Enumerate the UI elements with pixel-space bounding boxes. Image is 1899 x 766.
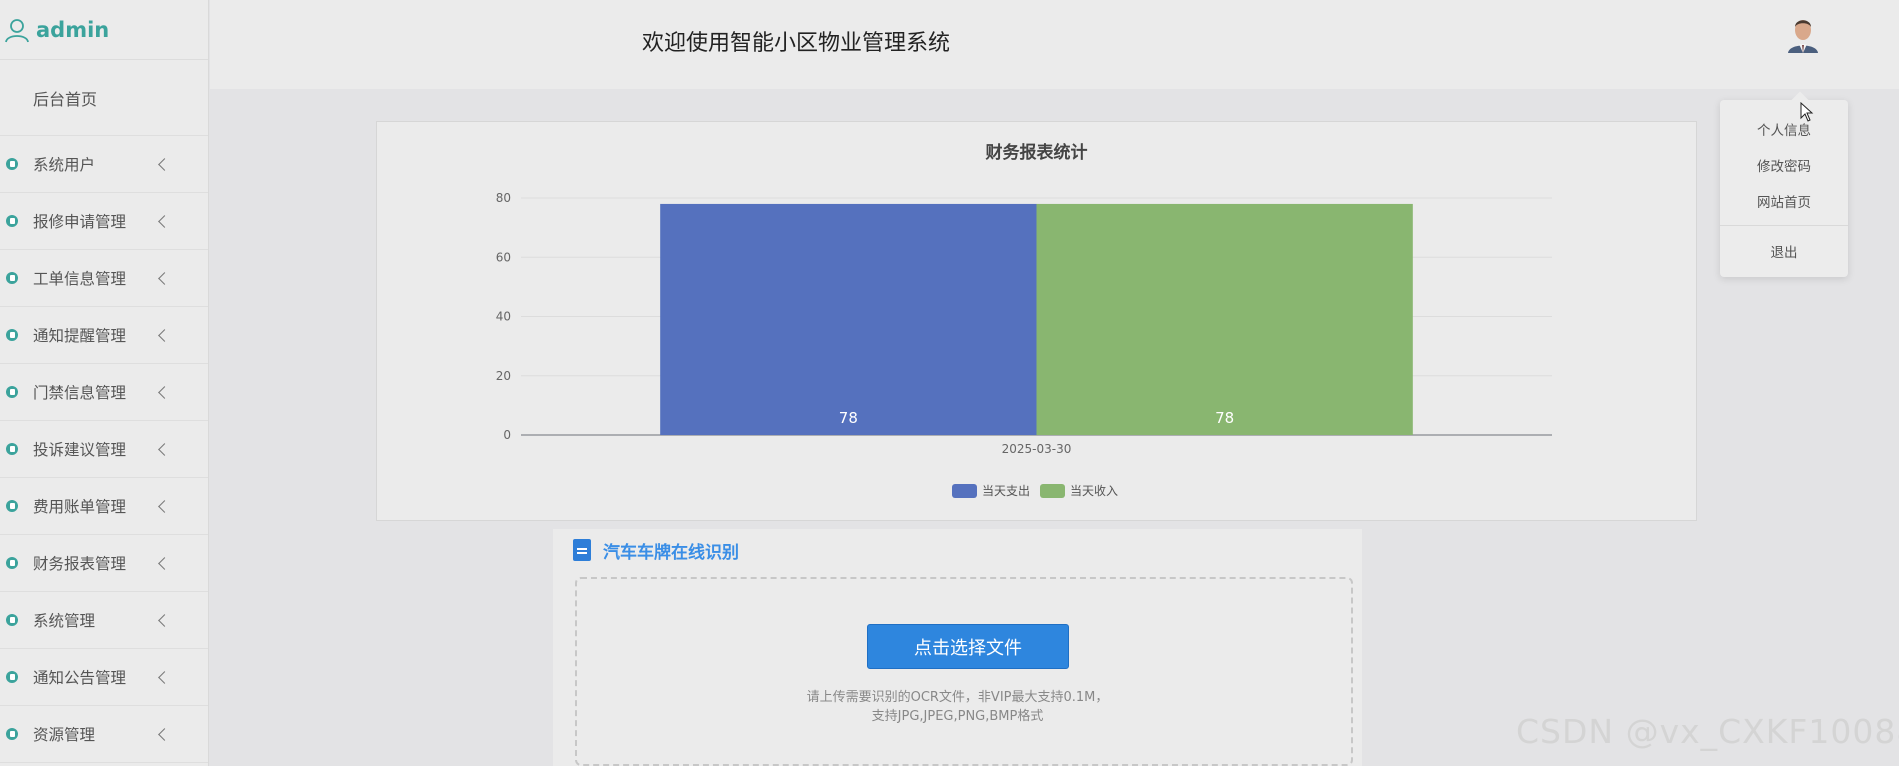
chevron-left-icon — [158, 271, 171, 285]
sidebar-item[interactable]: 通知公告管理 — [0, 649, 208, 706]
y-tick-label: 0 — [503, 428, 511, 442]
menu-bullet-icon — [6, 215, 18, 227]
bar — [660, 203, 1037, 435]
chevron-left-icon — [158, 214, 171, 228]
user-icon — [5, 18, 29, 42]
upload-hint-line1: 请上传需要识别的OCR文件，非VIP最大支持0.1M， — [806, 690, 1109, 705]
sidebar-item[interactable]: 通知提醒管理 — [0, 307, 208, 364]
menu-bullet-icon — [6, 158, 18, 170]
menu-bullet-icon — [6, 329, 18, 341]
sidebar: admin 后台首页 系统用户报修申请管理 工单信息管理 通知提醒管理 门禁信息管理投… — [0, 0, 209, 766]
sidebar-item-label: 门禁信息管理 — [33, 384, 127, 402]
bar — [1036, 203, 1413, 435]
user-dropdown-menu: 个人信息 修改密码 网站首页 退出 — [1720, 91, 1848, 277]
menu-bullet-icon — [6, 557, 18, 569]
sidebar-item-label: 通知提醒管理 — [33, 327, 127, 345]
legend-label: 当天支出 — [982, 484, 1030, 498]
choose-file-button[interactable]: 点击选择文件 — [867, 624, 1069, 669]
finance-bar-chart: 财务报表统计 0 20 40 60 80 78 78 2025-03-30 当天支出 当天收入 — [496, 142, 1552, 498]
y-tick-label: 20 — [496, 369, 511, 383]
plate-recognition-card: 汽车车牌在线识别 点击选择文件 请上传需要识别的OCR文件，非VIP最大支持0.… — [553, 529, 1362, 766]
admin-username: admin — [36, 17, 110, 42]
legend-label: 当天收入 — [1070, 484, 1118, 498]
chart-title: 财务报表统计 — [985, 142, 1088, 163]
sidebar-item-label: 系统用户 — [33, 156, 96, 174]
chevron-left-icon — [158, 727, 171, 741]
upload-title: 汽车车牌在线识别 — [603, 542, 739, 563]
page-title: 欢迎使用智能小区物业管理系统 — [642, 31, 951, 56]
sidebar-item-label: 费用账单管理 — [33, 498, 127, 516]
chevron-left-icon — [158, 385, 171, 399]
sidebar-item-label: 工单信息管理 — [33, 270, 127, 288]
upload-header: 汽车车牌在线识别 — [573, 535, 739, 565]
x-tick-label: 2025-03-30 — [1002, 442, 1072, 456]
menu-item-profile[interactable]: 个人信息 — [1720, 119, 1848, 139]
chevron-left-icon — [158, 157, 171, 171]
sidebar-item[interactable]: 系统用户 — [0, 136, 208, 193]
divider — [1720, 225, 1848, 226]
menu-bullet-icon — [6, 671, 18, 683]
menu-bullet-icon — [6, 443, 18, 455]
brand: admin — [0, 0, 208, 60]
document-icon — [573, 539, 591, 561]
upload-hint-line2: 支持JPG,JPEG,PNG,BMP格式 — [871, 709, 1044, 724]
menu-bullet-icon — [6, 386, 18, 398]
y-tick-label: 80 — [496, 191, 511, 205]
menu-bullet-icon — [6, 500, 18, 512]
sidebar-item[interactable]: 工单信息管理 — [0, 250, 208, 307]
menu-bullet-icon — [6, 272, 18, 284]
chevron-left-icon — [158, 670, 171, 684]
chevron-left-icon — [158, 556, 171, 570]
watermark: CSDN @vx_CXKF10088 — [1516, 712, 1899, 751]
sidebar-item-home[interactable]: 后台首页 — [0, 60, 208, 136]
menu-item-site-home[interactable]: 网站首页 — [1720, 191, 1848, 211]
finance-chart-card: 财务报表统计 0 20 40 60 80 78 78 2025-03-30 当天支出 当天收入 — [376, 121, 1697, 521]
sidebar-item-label: 投诉建议管理 — [33, 441, 127, 459]
avatar[interactable] — [1782, 11, 1824, 53]
top-header: 欢迎使用智能小区物业管理系统 — [210, 0, 1899, 89]
menu-bullet-icon — [6, 614, 18, 626]
menu-item-logout[interactable]: 退出 — [1720, 241, 1848, 261]
sidebar-item[interactable]: 财务报表管理 — [0, 535, 208, 592]
mouse-cursor-icon — [1800, 102, 1814, 122]
sidebar-item[interactable]: 资源管理 — [0, 706, 208, 763]
sidebar-item[interactable]: 报修申请管理 — [0, 193, 208, 250]
sidebar-item[interactable]: 门禁信息管理 — [0, 364, 208, 421]
chevron-left-icon — [158, 499, 171, 513]
sidebar-menu: 系统用户报修申请管理 工单信息管理 通知提醒管理 门禁信息管理 投诉建议管理 费用账单管理… — [0, 136, 208, 763]
menu-item-change-password[interactable]: 修改密码 — [1720, 155, 1848, 175]
bar-value-label: 78 — [839, 409, 858, 427]
legend-swatch — [1040, 484, 1065, 498]
legend-swatch — [952, 484, 977, 498]
chevron-left-icon — [158, 442, 171, 456]
chevron-left-icon — [158, 613, 171, 627]
sidebar-item-label: 财务报表管理 — [33, 555, 127, 573]
sidebar-item-label: 报修申请管理 — [33, 213, 127, 231]
sidebar-item[interactable]: 投诉建议管理 — [0, 421, 208, 478]
sidebar-item[interactable]: 费用账单管理 — [0, 478, 208, 535]
sidebar-item-label: 系统管理 — [33, 612, 96, 630]
menu-bullet-icon — [6, 728, 18, 740]
sidebar-item-label: 通知公告管理 — [33, 669, 127, 687]
y-tick-label: 40 — [496, 310, 511, 324]
sidebar-item-label: 资源管理 — [33, 726, 96, 744]
y-tick-label: 60 — [496, 250, 511, 264]
file-dropzone[interactable] — [575, 577, 1353, 766]
bar-value-label: 78 — [1215, 409, 1234, 427]
sidebar-item[interactable]: 系统管理 — [0, 592, 208, 649]
chevron-left-icon — [158, 328, 171, 342]
